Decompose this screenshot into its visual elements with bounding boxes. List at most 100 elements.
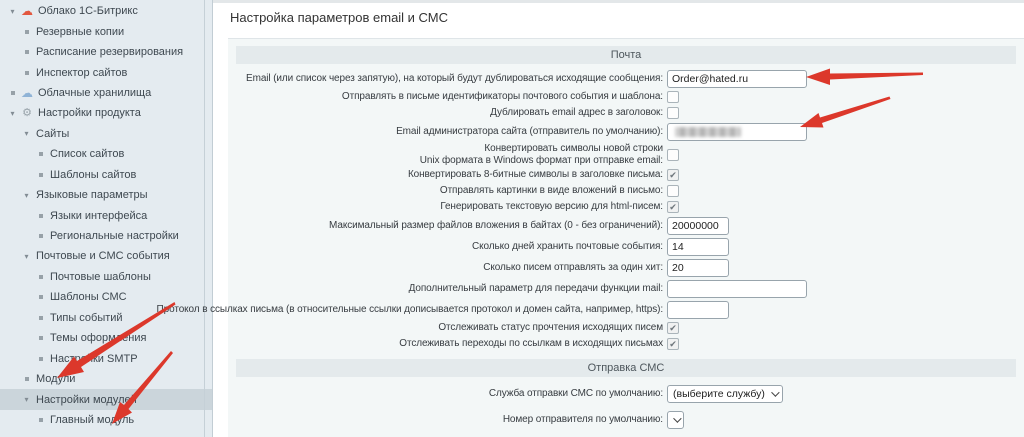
expand-triangle-icon[interactable] [6,109,19,118]
page-title: Настройка параметров email и СМС [230,10,1024,25]
text-input[interactable] [667,238,729,256]
checkbox[interactable] [667,169,679,181]
select-dropdown[interactable]: (выберите службу) [667,385,783,403]
sidebar-item[interactable]: Языковые параметры [0,185,212,205]
field-label: Отправлять картинки в виде вложений в пи… [236,185,663,197]
form-row: Отслеживать переходы по ссылкам в исходя… [228,336,1024,352]
form-row: Отправлять картинки в виде вложений в пи… [228,183,1024,199]
sidebar-item[interactable]: Настройки SMTP [0,348,212,368]
sidebar-item[interactable]: Языки интерфейса [0,205,212,225]
field-label: Email (или список через запятую), на кот… [236,73,663,85]
bullet-icon [6,91,19,95]
sidebar-item[interactable]: Темы оформления [0,328,212,348]
field-label: Email администратора сайта (отправитель … [236,126,663,138]
sidebar-item[interactable]: ☁Облачные хранилища [0,83,212,103]
field-control [667,185,679,197]
sidebar-item[interactable]: Почтовые шаблоны [0,267,212,287]
chevron-down-icon [673,414,681,422]
field-label: Служба отправки СМС по умолчанию: [236,388,663,400]
expand-triangle-icon[interactable] [20,129,33,138]
checkbox[interactable] [667,185,679,197]
sidebar-item[interactable]: Почтовые и СМС события [0,246,212,266]
sidebar-item[interactable]: Шаблоны сайтов [0,165,212,185]
field-label: Максимальный размер файлов вложения в ба… [236,220,663,232]
checkbox[interactable] [667,107,679,119]
top-border-strip [213,0,1024,3]
sidebar-item[interactable]: Главный модуль [0,410,212,430]
bullet-icon [20,377,33,381]
field-label-text: Конвертировать 8-битные символы в заголо… [408,169,663,181]
redacted-value [675,127,741,137]
field-control: (выберите службу) [667,385,783,403]
sidebar-item[interactable]: Резервные копии [0,21,212,41]
expand-triangle-icon[interactable] [20,252,33,261]
bullet-icon [34,173,47,177]
field-label: Сколько писем отправлять за один хит: [236,262,663,274]
text-input[interactable] [667,259,729,277]
bullet-icon [20,30,33,34]
field-label-text: Отправлять картинки в виде вложений в пи… [440,185,663,197]
field-label: Отслеживать переходы по ссылкам в исходя… [236,338,663,350]
bitrix-cloud-icon: ☁ [19,5,35,17]
form-row: Дублировать email адрес в заголовок: [228,105,1024,121]
expand-triangle-icon[interactable] [20,395,33,404]
field-label-text: Конвертировать символы новой строки [484,143,663,155]
field-label-text: Служба отправки СМС по умолчанию: [489,388,663,400]
sidebar-item[interactable]: Региональные настройки [0,226,212,246]
sidebar-item-label: Модули [36,373,75,385]
checkbox[interactable] [667,338,679,350]
field-control [667,322,679,334]
sidebar-item-label: Облачные хранилища [38,87,151,99]
field-control [667,301,729,319]
sidebar-item-label: Почтовые и СМС события [36,250,170,262]
sidebar-item[interactable]: Модули [0,369,212,389]
text-input[interactable] [667,280,807,298]
main-content: Настройка параметров email и СМС ПочтаEm… [213,0,1024,437]
bullet-icon [34,234,47,238]
sidebar-item-label: Список сайтов [50,148,124,160]
sidebar-item[interactable]: ⚙Настройки продукта [0,103,212,123]
text-input[interactable] [667,217,729,235]
text-input[interactable] [667,301,729,319]
sidebar-item-label: Почтовые шаблоны [50,271,151,283]
expand-triangle-icon[interactable] [20,191,33,200]
sidebar-item[interactable]: ☁Облако 1С-Битрикс [0,1,212,21]
field-label-text: Unix формата в Windows формат при отправ… [420,155,663,167]
sidebar-item[interactable]: Инспектор сайтов [0,62,212,82]
sidebar-item-label: Типы событий [50,312,123,324]
sidebar: ☁Облако 1С-БитриксРезервные копииРасписа… [0,0,213,437]
sidebar-item[interactable]: Сайты [0,124,212,144]
checkbox[interactable] [667,322,679,334]
bitrix-admin-screen: ☁Облако 1С-БитриксРезервные копииРасписа… [0,0,1024,437]
checkbox[interactable] [667,91,679,103]
field-label-text: Отслеживать статус прочтения исходящих п… [438,322,663,334]
expand-triangle-icon[interactable] [6,7,19,16]
field-label: Дополнительный параметр для передачи фун… [236,283,663,295]
field-label-text: Сколько дней хранить почтовые события: [472,241,663,253]
sidebar-item[interactable]: Расписание резервирования [0,42,212,62]
checkbox[interactable] [667,149,679,161]
form-row: Сколько дней хранить почтовые события: [228,236,1024,257]
field-control [667,238,729,256]
sidebar-item-label: Инспектор сайтов [36,67,127,79]
select-dropdown[interactable] [667,411,684,429]
chevron-down-icon [771,388,779,396]
sidebar-item-label: Региональные настройки [50,230,179,242]
form-row: Отслеживать статус прочтения исходящих п… [228,320,1024,336]
text-input[interactable] [667,70,807,88]
form-row: Email (или список через запятую), на кот… [228,68,1024,89]
text-input-redacted[interactable] [667,123,807,141]
form-row: Номер отправителя по умолчанию: [228,407,1024,433]
form-row: Конвертировать символы новой строкиUnix … [228,142,1024,167]
select-value: (выберите службу) [673,388,765,400]
field-control [667,123,807,141]
form-row: Генерировать текстовую версию для html-п… [228,199,1024,215]
checkbox[interactable] [667,201,679,213]
sidebar-item[interactable]: Настройки модулей [0,389,212,409]
bullet-icon [34,418,47,422]
field-control [667,149,679,161]
field-label-text: Email администратора сайта (отправитель … [396,126,663,138]
field-control [667,280,807,298]
sidebar-item[interactable]: Список сайтов [0,144,212,164]
cloud-icon: ☁ [19,87,35,99]
